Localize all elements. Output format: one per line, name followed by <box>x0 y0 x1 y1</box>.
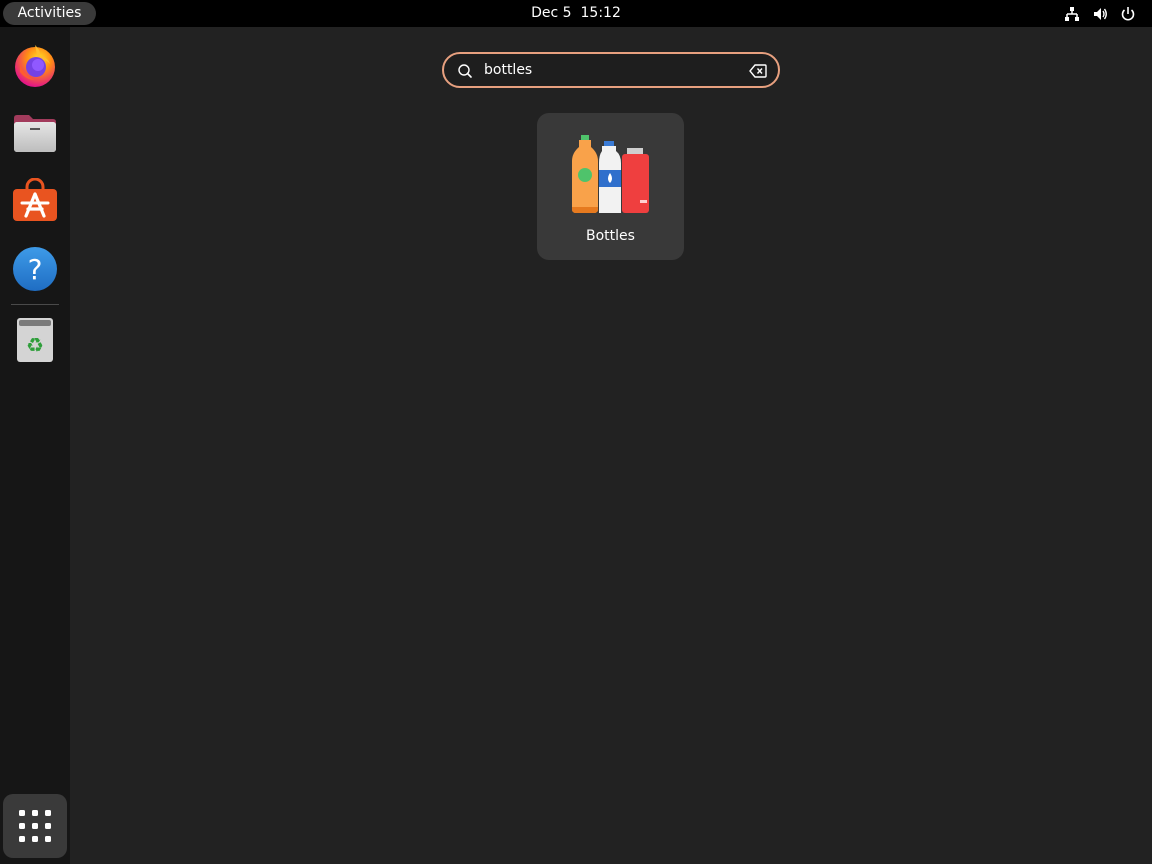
files-icon <box>14 115 56 152</box>
app-center-icon <box>13 178 57 221</box>
dock: ? ♻ <box>0 27 70 864</box>
volume-icon[interactable] <box>1092 6 1108 22</box>
search-input[interactable] <box>484 58 734 82</box>
activities-button[interactable]: Activities <box>3 2 96 25</box>
search-icon <box>458 64 472 78</box>
network-icon[interactable] <box>1064 6 1080 22</box>
dock-item-trash[interactable]: ♻ <box>11 316 59 364</box>
result-label: Bottles <box>586 228 635 244</box>
help-icon: ? <box>13 247 57 291</box>
show-apps-button[interactable] <box>3 794 67 858</box>
dock-separator <box>11 304 59 305</box>
clock: Dec 5 15:12 <box>0 0 1152 27</box>
clock-time: 15:12 <box>580 5 621 21</box>
clear-icon[interactable] <box>749 64 767 78</box>
svg-text:?: ? <box>28 253 43 286</box>
dock-item-app-center[interactable] <box>11 177 59 225</box>
dock-item-firefox[interactable] <box>11 41 59 89</box>
power-icon[interactable] <box>1120 6 1136 22</box>
svg-text:♻: ♻ <box>26 333 44 357</box>
clock-button[interactable]: Dec 5 15:12 <box>531 5 621 21</box>
search-result-bottles[interactable]: Bottles <box>537 113 684 260</box>
system-tray[interactable] <box>1064 0 1136 27</box>
app-grid-icon <box>19 810 51 842</box>
clock-date: Dec 5 <box>531 5 572 21</box>
bottles-icon <box>572 135 649 213</box>
dock-item-files[interactable] <box>11 109 59 157</box>
search-box[interactable] <box>442 52 780 88</box>
firefox-icon <box>15 45 55 87</box>
trash-icon: ♻ <box>17 318 53 362</box>
top-bar: Activities Dec 5 15:12 <box>0 0 1152 27</box>
dock-item-help[interactable]: ? <box>11 245 59 293</box>
